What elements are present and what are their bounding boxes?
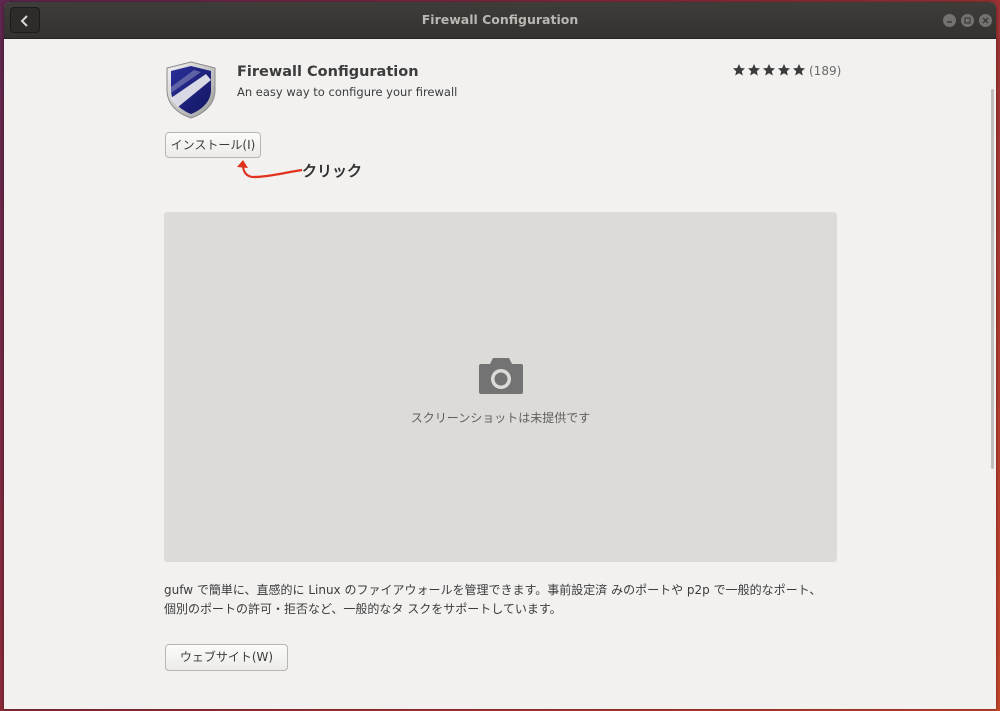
star-icon: [748, 64, 760, 76]
maximize-button[interactable]: [961, 14, 974, 27]
app-summary: An easy way to configure your firewall: [237, 85, 458, 99]
app-window: Firewall Configuration Firewall Configur…: [4, 2, 996, 709]
app-details-page: Firewall Configuration An easy way to co…: [4, 39, 996, 709]
title-bar: Firewall Configuration: [4, 2, 996, 39]
install-button[interactable]: インストール(I): [165, 132, 261, 158]
app-name: Firewall Configuration: [237, 64, 419, 80]
no-screenshot-text: スクリーンショットは未提供です: [410, 411, 591, 425]
camera-icon: [479, 358, 523, 394]
close-button[interactable]: [979, 14, 992, 27]
maximize-icon: [964, 17, 971, 24]
window-title: Firewall Configuration: [421, 12, 579, 27]
screenshot-placeholder: スクリーンショットは未提供です: [164, 212, 837, 562]
review-count[interactable]: (189): [809, 64, 841, 78]
website-button[interactable]: ウェブサイト(W): [165, 644, 288, 671]
scrollbar[interactable]: [991, 89, 994, 469]
annotation-label: クリック: [302, 162, 363, 180]
minimize-button[interactable]: [943, 14, 956, 27]
app-description: gufw で簡単に、直感的に Linux のファイアウォールを管理できます。事前…: [164, 581, 844, 619]
annotation-arrow: [237, 160, 303, 179]
description-line-2: 個別のポートの許可・拒否など、一般的なタ スクをサポートしています。: [164, 602, 562, 616]
close-icon: [982, 17, 989, 24]
star-icon: [778, 64, 790, 76]
star-icon: [733, 64, 745, 76]
shield-icon: [166, 61, 216, 119]
description-line-1: gufw で簡単に、直感的に Linux のファイアウォールを管理できます。事前…: [164, 583, 822, 597]
minimize-icon: [947, 21, 952, 23]
star-icon: [793, 64, 805, 76]
star-icon: [763, 64, 775, 76]
